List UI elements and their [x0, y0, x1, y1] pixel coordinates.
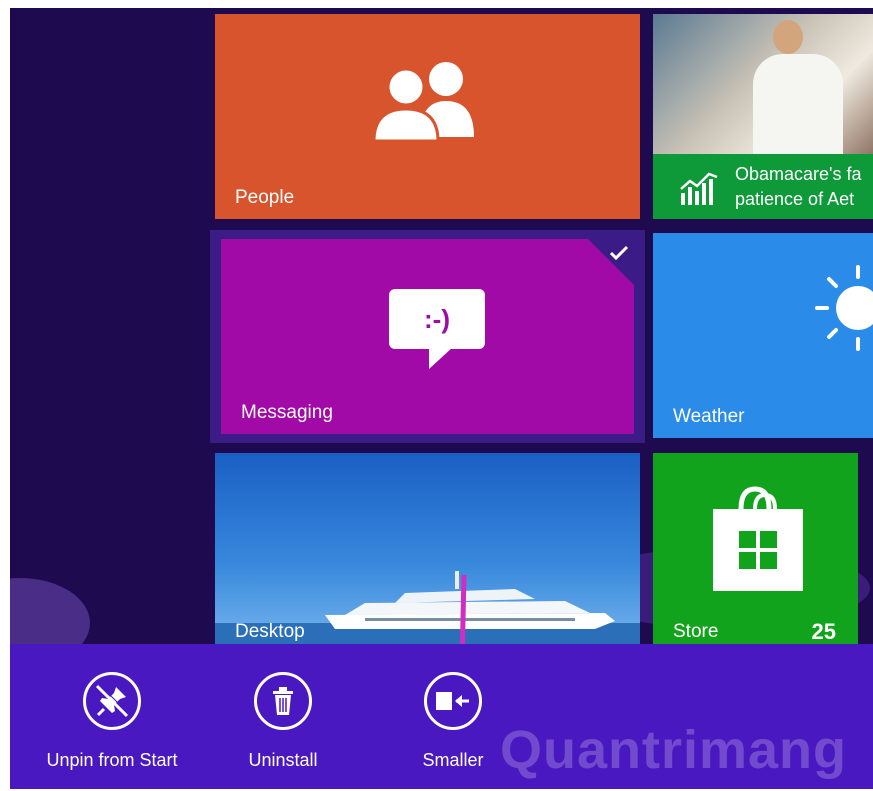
trash-icon-circle	[254, 672, 312, 730]
smiley-chat-icon: :-)	[389, 289, 485, 369]
people-icon	[372, 62, 474, 141]
tile-label-desktop: Desktop	[235, 621, 305, 642]
chat-bubble: :-)	[389, 289, 485, 349]
resize-smaller-icon	[436, 692, 469, 710]
tile-weather[interactable]: Weather	[653, 233, 873, 438]
resize-icon-circle	[424, 672, 482, 730]
tile-store[interactable]: Store 25	[653, 453, 858, 653]
news-photo	[653, 14, 873, 154]
unpin-from-start-button[interactable]: Unpin from Start	[32, 672, 192, 771]
tile-people[interactable]: People	[215, 14, 640, 219]
tile-news[interactable]: Obamacare's fa patience of Aet	[653, 14, 873, 219]
store-bag-icon	[713, 486, 803, 591]
photo-coat	[753, 54, 843, 154]
start-screen: People Obamacare's fa patience of Aet:-…	[10, 8, 873, 789]
tile-label-store: Store	[673, 621, 719, 642]
watermark-logo: Quantrimang	[500, 720, 848, 780]
tile-desktop[interactable]: Desktop	[215, 453, 640, 653]
finance-chart-icon	[680, 172, 718, 205]
tile-messaging[interactable]: :-) Messaging	[221, 239, 634, 434]
photo-person	[773, 20, 803, 54]
news-headline: Obamacare's fa patience of Aet	[735, 164, 862, 209]
tile-label-messaging: Messaging	[241, 402, 333, 423]
checkmark-icon	[609, 245, 629, 261]
sun-icon	[815, 265, 873, 351]
uninstall-button[interactable]: Uninstall	[203, 672, 363, 771]
news-headline-band: Obamacare's fa patience of Aet	[653, 154, 873, 219]
tile-label-weather: Weather	[673, 406, 745, 427]
app-bar: Unpin from Start Uninstall Smaller Quant…	[10, 644, 873, 789]
trash-icon	[273, 687, 293, 715]
chat-tail	[429, 347, 453, 369]
unpin-icon-circle	[83, 672, 141, 730]
unpin-icon	[95, 683, 130, 718]
tile-label-people: People	[235, 187, 295, 208]
store-badge-count: 25	[811, 619, 836, 644]
